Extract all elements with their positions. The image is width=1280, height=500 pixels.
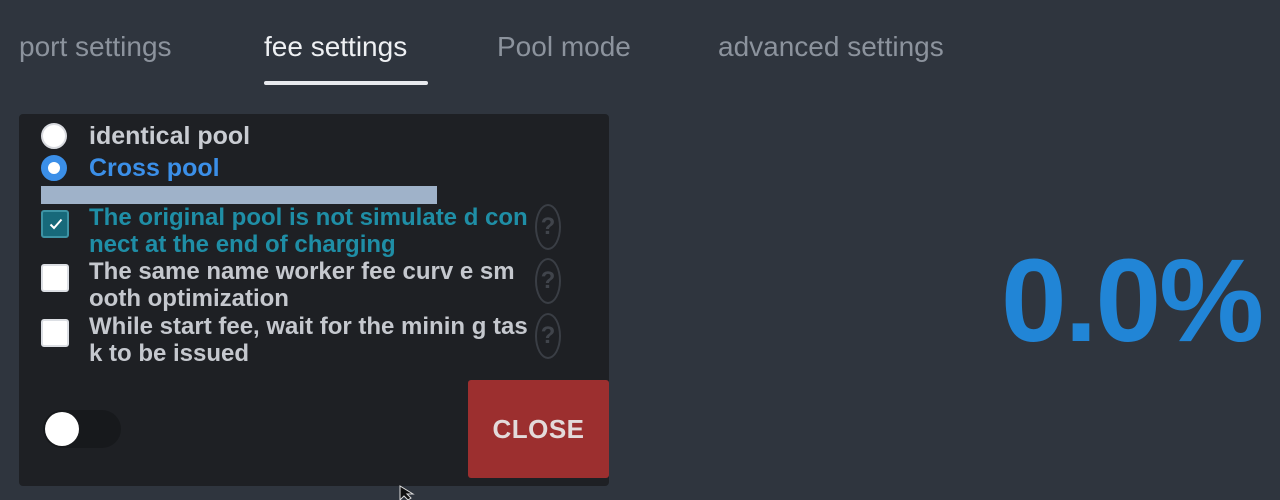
radio-button[interactable] bbox=[41, 123, 67, 149]
tab-pool-mode[interactable]: Pool mode bbox=[497, 28, 631, 66]
close-button[interactable]: CLOSE bbox=[468, 380, 609, 478]
checkbox-fee-curve-smooth[interactable] bbox=[41, 264, 69, 292]
radio-label-identical-pool: identical pool bbox=[89, 121, 251, 150]
help-icon[interactable]: ? bbox=[535, 258, 561, 304]
mouse-pointer-icon bbox=[399, 485, 415, 500]
checkbox-row-original-pool[interactable]: The original pool is not simulate d conn… bbox=[41, 204, 581, 264]
radio-button-selected[interactable] bbox=[41, 155, 67, 181]
checkbox-original-pool[interactable] bbox=[41, 210, 69, 238]
radio-identical-pool[interactable]: identical pool bbox=[41, 121, 250, 151]
checkmark-icon bbox=[49, 218, 63, 230]
toggle-knob bbox=[45, 412, 79, 446]
checkbox-wait-mining-task[interactable] bbox=[41, 319, 69, 347]
radio-cross-pool[interactable]: Cross pool bbox=[41, 153, 220, 183]
checkbox-label-original-pool: The original pool is not simulate d conn… bbox=[89, 204, 528, 258]
radio-label-cross-pool: Cross pool bbox=[89, 153, 220, 182]
fee-settings-dialog: identical pool Cross pool The original p… bbox=[19, 114, 609, 486]
active-tab-indicator bbox=[264, 81, 428, 85]
tab-fee-settings[interactable]: fee settings bbox=[264, 28, 407, 66]
checkbox-row-fee-curve[interactable]: The same name worker fee curv e smooth o… bbox=[41, 258, 581, 318]
enable-toggle[interactable] bbox=[43, 410, 121, 448]
tab-port-settings[interactable]: port settings bbox=[19, 28, 172, 66]
selection-highlight-bar bbox=[41, 186, 437, 204]
tab-advanced-settings[interactable]: advanced settings bbox=[718, 28, 944, 66]
fee-percent-display: 0.0% bbox=[1001, 235, 1264, 367]
help-icon[interactable]: ? bbox=[535, 204, 561, 250]
tab-bar: port settings fee settings Pool mode adv… bbox=[0, 0, 1280, 100]
help-icon[interactable]: ? bbox=[535, 313, 561, 359]
checkbox-row-wait-task[interactable]: While start fee, wait for the minin g ta… bbox=[41, 313, 581, 373]
checkbox-label-wait-task: While start fee, wait for the minin g ta… bbox=[89, 313, 528, 367]
checkbox-label-fee-curve: The same name worker fee curv e smooth o… bbox=[89, 258, 515, 312]
